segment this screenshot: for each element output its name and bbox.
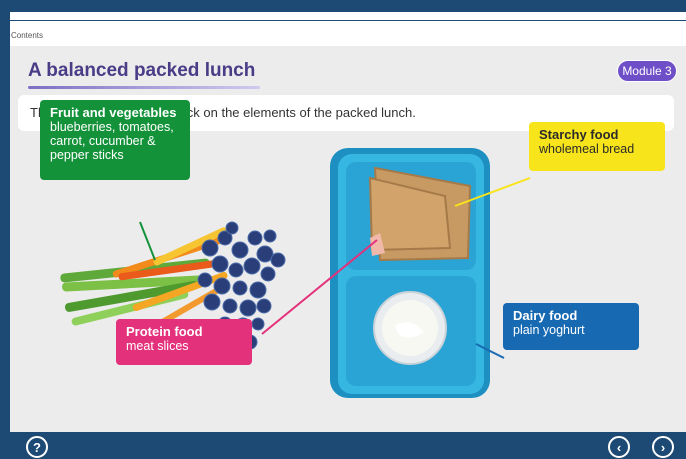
fruit-and-vegetables-callout[interactable]: Fruit and vegetables blueberries, tomato…	[40, 100, 190, 180]
previous-icon[interactable]: ‹	[608, 436, 630, 458]
module-badge: Module 3	[617, 60, 677, 82]
dairy-food-callout[interactable]: Dairy food plain yoghurt	[503, 303, 639, 350]
next-icon[interactable]: ›	[652, 436, 674, 458]
plain-yoghurt[interactable]	[373, 291, 447, 365]
starchy-callout-title: Starchy food	[539, 127, 619, 142]
contents-link[interactable]: Contents	[11, 31, 43, 40]
fruit-callout-body: blueberries, tomatoes, carrot, cucumber …	[50, 120, 174, 162]
fruit-connector-line	[139, 221, 156, 261]
starchy-callout-body: wholemeal bread	[539, 142, 635, 156]
dairy-callout-body: plain yoghurt	[513, 323, 585, 337]
help-icon[interactable]: ?	[26, 436, 48, 458]
dairy-callout-title: Dairy food	[513, 308, 578, 323]
protein-food-callout[interactable]: Protein food meat slices	[116, 319, 252, 365]
top-rule	[10, 20, 686, 21]
fruit-callout-title: Fruit and vegetables	[50, 105, 177, 120]
starchy-food-callout[interactable]: Starchy food wholemeal bread	[529, 122, 665, 171]
protein-callout-title: Protein food	[126, 324, 203, 339]
bottom-navigation-bar: ? ‹ ›	[0, 432, 686, 459]
protein-callout-body: meat slices	[126, 339, 189, 353]
page-title: A balanced packed lunch	[28, 60, 256, 81]
